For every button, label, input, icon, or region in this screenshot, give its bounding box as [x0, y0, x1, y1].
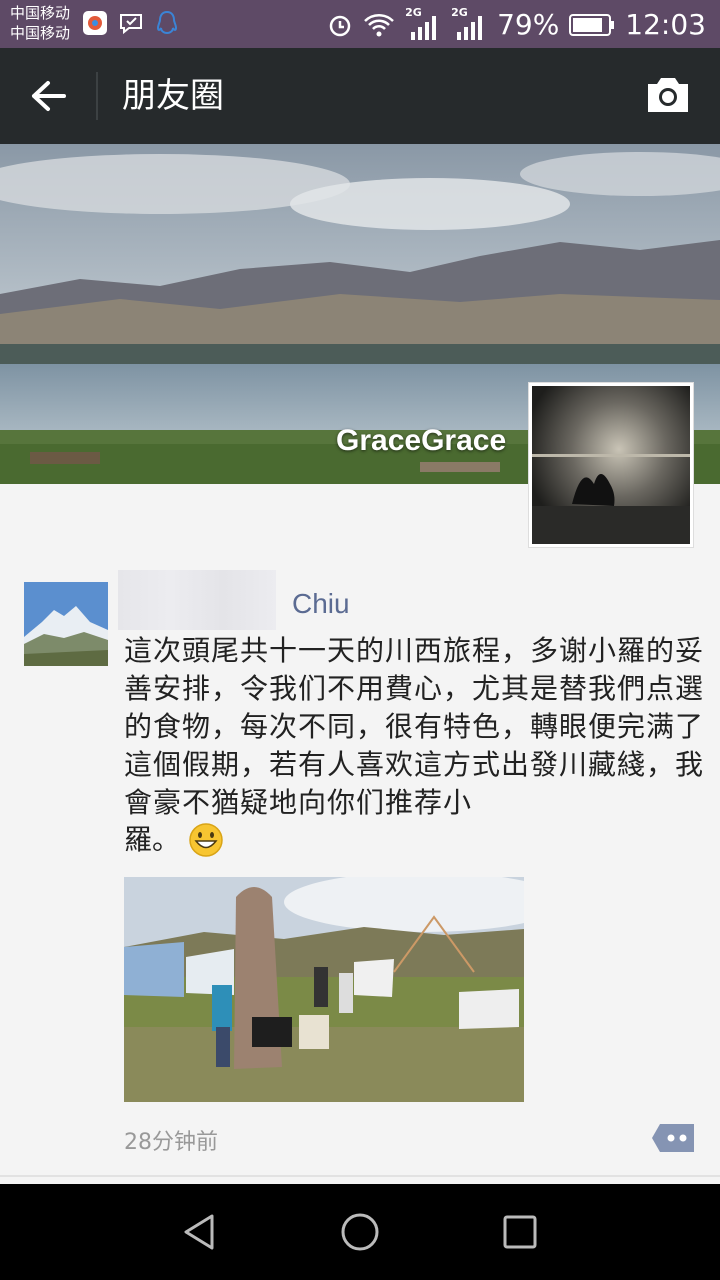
post-text-end-label: 羅。 — [124, 823, 181, 856]
post-text: 這次頭尾共十一天的川西旅程，多谢小羅的妥善安排，令我们不用費心，尤其是替我們点選… — [124, 634, 705, 819]
app-bar: 朋友圈 — [0, 48, 720, 144]
carrier-2: 中国移动 — [10, 24, 71, 42]
alarm-icon — [329, 15, 351, 36]
circle-home-icon — [341, 1213, 379, 1251]
profile-username[interactable]: GraceGrace — [336, 424, 506, 458]
signal-bars-icon — [457, 15, 483, 40]
arrow-left-icon — [32, 81, 66, 111]
blurred-name — [118, 570, 276, 630]
profile-avatar[interactable] — [528, 382, 694, 548]
post-text-end: 羅。 — [124, 820, 224, 860]
signal-bars-icon — [411, 15, 437, 40]
post-time: 28分钟前 — [124, 1130, 218, 1155]
carrier-1: 中国移动 — [10, 4, 71, 22]
divider — [96, 72, 98, 120]
avatar-image — [24, 582, 108, 666]
nav-back-button[interactable] — [180, 1212, 220, 1252]
comment-icon — [652, 1124, 694, 1152]
status-right: 2G 2G 79% 12:03 — [327, 6, 706, 41]
wifi-icon — [364, 13, 394, 36]
camera-icon — [648, 78, 688, 112]
battery-percent: 79% — [497, 8, 560, 41]
clock: 12:03 — [625, 8, 706, 41]
square-recents-icon — [503, 1215, 537, 1249]
app-notification-icon — [83, 11, 107, 35]
camera-button[interactable] — [644, 74, 692, 118]
signal-2: 2G — [451, 6, 487, 40]
author-name[interactable]: Chiu — [292, 588, 350, 620]
nav-home-button[interactable] — [340, 1212, 380, 1252]
photo-image — [124, 877, 524, 1102]
status-bar: 中国移动 中国移动 2G 2G 79% 12:03 — [0, 0, 720, 48]
signal-1: 2G — [405, 6, 441, 40]
author-avatar[interactable] — [24, 582, 108, 666]
triangle-back-icon — [184, 1214, 214, 1250]
nav-recents-button[interactable] — [500, 1212, 540, 1252]
notification-icons — [82, 10, 178, 36]
carrier-labels: 中国移动 中国移动 — [10, 3, 70, 43]
qq-icon — [156, 10, 178, 35]
feed-separator — [0, 1175, 720, 1177]
feed-post: Chiu 這次頭尾共十一天的川西旅程，多谢小羅的妥善安排，令我们不用費心，尤其是… — [0, 560, 720, 1180]
avatar-image — [532, 386, 690, 544]
page-title: 朋友圈 — [122, 76, 224, 116]
check-chat-icon — [120, 14, 142, 35]
battery-icon — [569, 13, 615, 36]
system-nav-bar — [0, 1184, 720, 1280]
comment-button[interactable] — [652, 1122, 696, 1154]
post-photo[interactable] — [124, 877, 524, 1102]
grin-emoji-icon — [189, 823, 223, 857]
back-button[interactable] — [22, 72, 74, 120]
